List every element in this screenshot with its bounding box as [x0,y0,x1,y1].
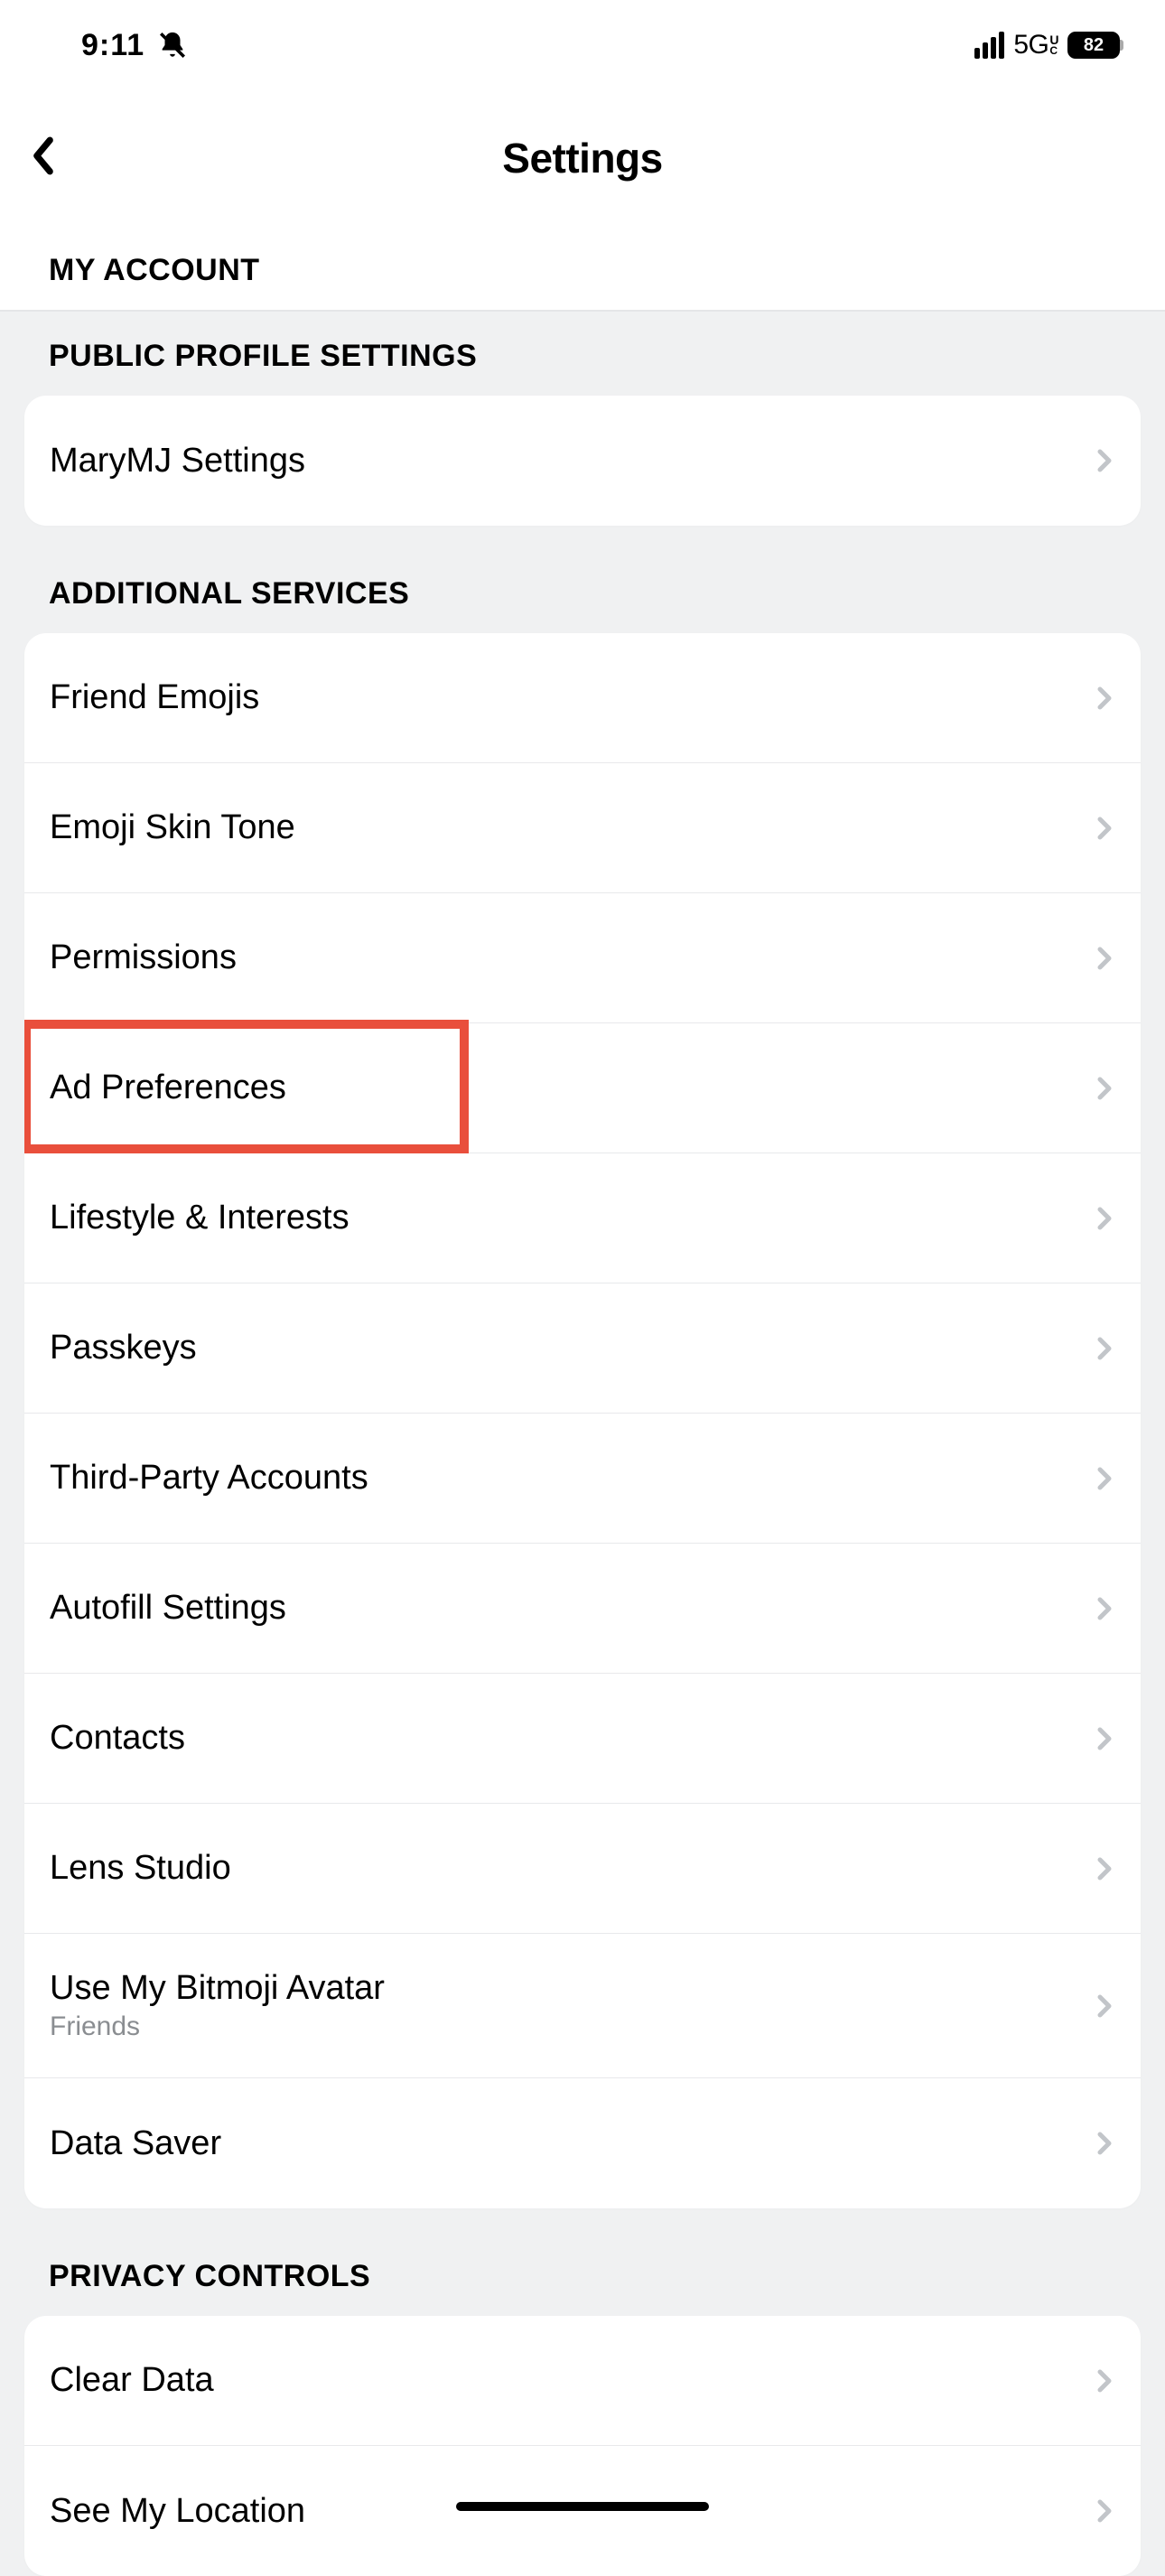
chevron-right-icon [1094,1592,1115,1625]
row-label: Lens Studio [50,1849,231,1888]
see-my-location-row[interactable]: See My Location [24,2446,1141,2576]
row-label: Emoji Skin Tone [50,808,295,847]
row-label: Lifestyle & Interests [50,1199,350,1237]
permissions-row[interactable]: Permissions [24,893,1141,1023]
home-indicator[interactable] [456,2502,709,2511]
row-label: Ad Preferences [50,1069,286,1107]
row-label: Contacts [50,1719,185,1758]
third-party-accounts-row[interactable]: Third-Party Accounts [24,1414,1141,1544]
page-header: Settings [0,90,1165,226]
lifestyle-interests-row[interactable]: Lifestyle & Interests [24,1153,1141,1283]
back-button[interactable] [27,133,60,184]
row-label: Third-Party Accounts [50,1459,368,1498]
chevron-right-icon [1094,812,1115,845]
chevron-right-icon [1094,2365,1115,2397]
chevron-right-icon [1094,444,1115,477]
chevron-right-icon [1094,1462,1115,1495]
row-label: Permissions [50,938,237,977]
chevron-left-icon [27,133,60,180]
status-bar: 9:11 5GUC 82 [0,0,1165,90]
chevron-right-icon [1094,2127,1115,2160]
chevron-right-icon [1094,1722,1115,1755]
row-label: MaryMJ Settings [50,442,305,481]
status-left: 9:11 [81,28,188,63]
clear-data-row[interactable]: Clear Data [24,2316,1141,2446]
chevron-right-icon [1094,1853,1115,1885]
status-right: 5GUC 82 [974,30,1120,61]
row-label: Use My Bitmoji Avatar [50,1969,385,2008]
chevron-right-icon [1094,1202,1115,1235]
battery-icon: 82 [1067,32,1120,59]
row-label: See My Location [50,2492,305,2531]
row-label: Autofill Settings [50,1589,286,1628]
public-profile-settings-row[interactable]: MaryMJ Settings [24,396,1141,526]
ad-preferences-row[interactable]: Ad Preferences [24,1023,1141,1153]
section-header-my-account: MY ACCOUNT [0,226,1165,312]
autofill-settings-row[interactable]: Autofill Settings [24,1544,1141,1674]
row-label: Passkeys [50,1329,197,1367]
additional-services-card: Friend Emojis Emoji Skin Tone Permission… [24,633,1141,2208]
friend-emojis-row[interactable]: Friend Emojis [24,633,1141,763]
lens-studio-row[interactable]: Lens Studio [24,1804,1141,1934]
chevron-right-icon [1094,1072,1115,1105]
chevron-right-icon [1094,1332,1115,1365]
section-header-public-profile: PUBLIC PROFILE SETTINGS [0,312,1165,396]
chevron-right-icon [1094,682,1115,714]
bitmoji-avatar-row[interactable]: Use My Bitmoji Avatar Friends [24,1934,1141,2078]
page-title: Settings [502,134,662,182]
passkeys-row[interactable]: Passkeys [24,1283,1141,1414]
section-header-additional: ADDITIONAL SERVICES [0,526,1165,633]
bell-muted-icon [157,30,188,61]
status-time: 9:11 [81,28,144,63]
data-saver-row[interactable]: Data Saver [24,2078,1141,2208]
public-profile-card: MaryMJ Settings [24,396,1141,526]
row-label: Clear Data [50,2361,214,2400]
row-subtitle: Friends [50,2011,385,2042]
row-label: Data Saver [50,2124,221,2163]
chevron-right-icon [1094,942,1115,975]
privacy-controls-card: Clear Data See My Location [24,2316,1141,2576]
chevron-right-icon [1094,2495,1115,2527]
contacts-row[interactable]: Contacts [24,1674,1141,1804]
emoji-skin-tone-row[interactable]: Emoji Skin Tone [24,763,1141,893]
section-header-privacy: PRIVACY CONTROLS [0,2208,1165,2316]
network-type: 5GUC [1013,30,1058,61]
chevron-right-icon [1094,1990,1115,2022]
row-label: Friend Emojis [50,678,259,717]
signal-icon [974,32,1004,59]
